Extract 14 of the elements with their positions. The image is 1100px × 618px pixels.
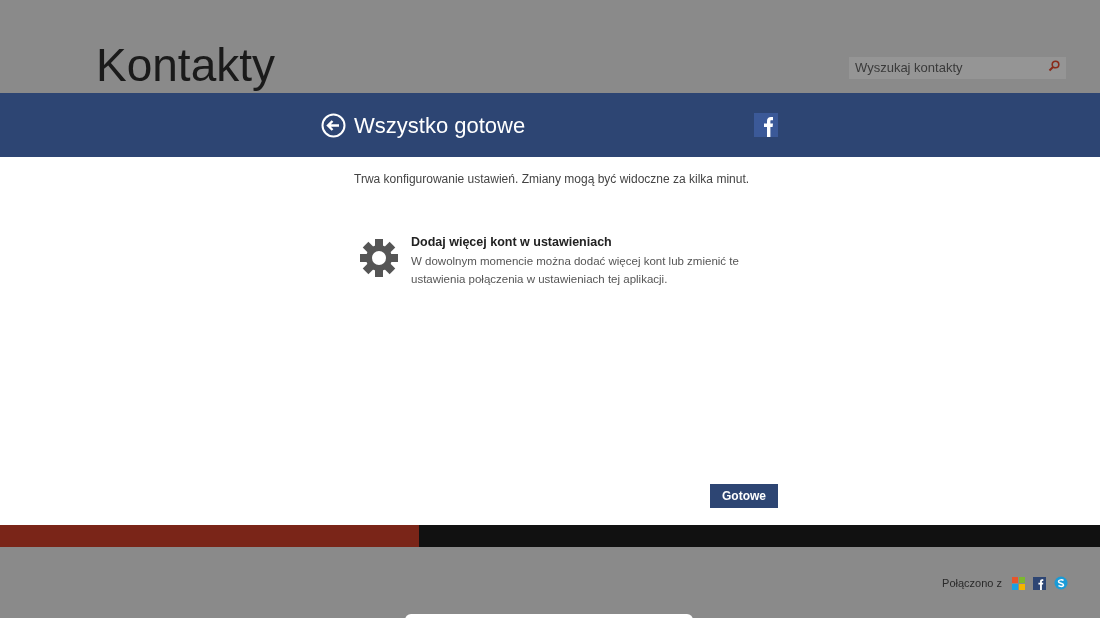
connected-label: Połączono z [942,576,1002,591]
dialog-title: Wszystko gotowe [354,111,526,140]
status-message: Trwa konfigurowanie ustawień. Zmiany mogą być widoczne za kilka minut. [354,171,751,188]
gear-icon [359,238,399,278]
tip-text: W dowolnym momencie można dodać więcej kont lub zmienić te ustawienia połączenia w ustawieniach tej aplikacji. [411,253,740,287]
facebook-logo-icon [1033,576,1046,590]
facebook-logo-icon [754,113,778,137]
skype-logo-icon [1054,576,1068,591]
back-icon[interactable] [321,112,346,138]
windows-logo-icon [1012,576,1025,590]
search-icon[interactable] [1048,60,1060,72]
tip-heading: Dodaj więcej kont w ustawieniach [411,234,613,251]
done-button[interactable]: Gotowe [710,484,778,508]
search-field[interactable]: Wyszukaj kontakty [849,56,1066,79]
